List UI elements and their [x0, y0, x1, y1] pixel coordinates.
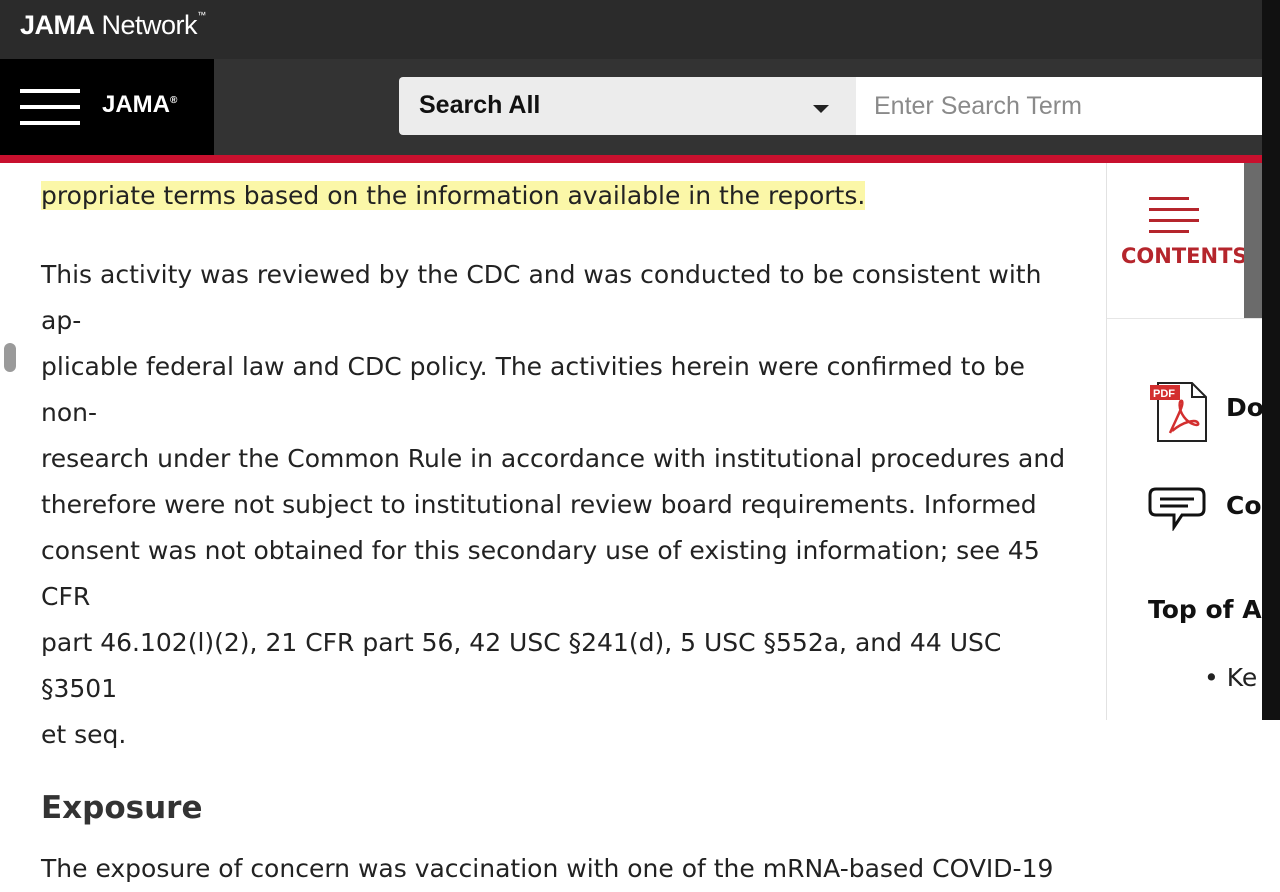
paragraph-line: consent was not obtained for this second…: [41, 536, 1040, 611]
comment-icon: [1148, 487, 1206, 532]
top-of-article-heading[interactable]: Top of Ar: [1148, 595, 1274, 624]
toc-item-label: Ke: [1226, 663, 1258, 692]
paragraph-line: plicable federal law and CDC policy. The…: [41, 352, 1025, 427]
sidebar-tab-indicator[interactable]: [1244, 163, 1262, 318]
nav-bar: JAMA® Search All: [0, 59, 1262, 155]
pdf-icon: PDF: [1150, 382, 1207, 442]
comment-link[interactable]: Co: [1148, 485, 1262, 533]
highlighted-text: propriate terms based on the information…: [41, 181, 866, 210]
exposure-paragraph: The exposure of concern was vaccination …: [41, 854, 1054, 883]
article-body: propriate terms based on the information…: [41, 163, 1071, 892]
search-scope-select[interactable]: Search All: [399, 77, 856, 135]
scrollbar-thumb[interactable]: [4, 343, 16, 372]
paragraph-line: et seq.: [41, 720, 127, 749]
search-input[interactable]: [856, 77, 1262, 135]
sidebar-separator: [1107, 318, 1262, 319]
bullet-dot: •: [1204, 663, 1227, 692]
irb-paragraph: This activity was reviewed by the CDC an…: [41, 252, 1071, 758]
svg-text:PDF: PDF: [1153, 388, 1175, 400]
viewport-edge: [1262, 0, 1280, 720]
contents-tab[interactable]: CONTENTS: [1107, 163, 1248, 318]
search-bar: Search All: [399, 77, 1262, 135]
contents-icon: [1149, 195, 1201, 235]
journal-title[interactable]: JAMA®: [102, 91, 177, 119]
journal-reg: ®: [170, 95, 178, 106]
comment-label: Co: [1226, 491, 1262, 520]
paragraph-line: part 46.102(l)(2), 21 CFR part 56, 42 US…: [41, 628, 1002, 703]
highlighted-paragraph-end: propriate terms based on the information…: [41, 173, 1071, 219]
chevron-down-icon: [813, 105, 829, 113]
accent-divider: [0, 155, 1262, 163]
jama-network-logo[interactable]: JAMA Network™: [20, 10, 206, 41]
download-pdf-link[interactable]: PDF Do: [1148, 379, 1264, 445]
journal-title-text: JAMA: [102, 91, 171, 118]
article-sidebar: CONTENTS PDF Do Co Top of Ar • Ke: [1106, 163, 1274, 720]
paragraph-line: research under the Common Rule in accord…: [41, 444, 1066, 473]
menu-icon[interactable]: [20, 89, 80, 125]
toc-list-item[interactable]: • Ke: [1204, 663, 1257, 692]
contents-label: CONTENTS: [1121, 244, 1248, 268]
download-label: Do: [1226, 393, 1264, 422]
brand-tm: ™: [197, 10, 206, 20]
paragraph-line: This activity was reviewed by the CDC an…: [41, 260, 1042, 335]
search-scope-label: Search All: [419, 91, 541, 119]
journal-block: JAMA®: [0, 59, 214, 155]
brand-main: JAMA: [20, 10, 95, 40]
brand-rest: Network: [101, 10, 198, 40]
section-heading-exposure: Exposure: [41, 790, 203, 826]
paragraph-line: therefore were not subject to institutio…: [41, 490, 1037, 519]
top-brand-bar: JAMA Network™: [0, 0, 1280, 59]
